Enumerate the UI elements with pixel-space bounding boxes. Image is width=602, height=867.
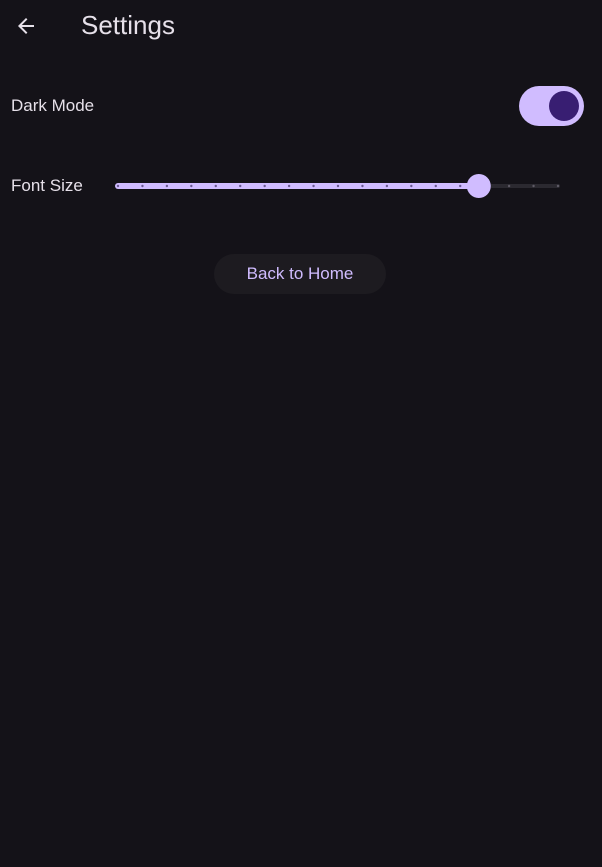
slider-tick-mark	[385, 184, 389, 188]
back-to-home-button[interactable]: Back to Home	[214, 254, 386, 294]
slider-tick-mark	[263, 184, 266, 188]
arrow-back-icon	[18, 18, 34, 34]
slider-tick-mark	[507, 184, 511, 188]
switch-thumb	[549, 91, 579, 121]
dark-mode-label: Dark Mode	[11, 96, 95, 115]
dark-mode-switch[interactable]	[519, 86, 584, 126]
settings-screen: Settings Dark Mode Font Size Back to Hom…	[0, 0, 602, 867]
slider-tick-mark	[532, 184, 535, 188]
slider-tick-mark	[434, 184, 437, 188]
slider-graphic	[115, 174, 560, 198]
slider-tick-mark	[336, 184, 340, 188]
slider-tick-mark	[410, 184, 413, 188]
app-bar: Settings	[0, 0, 602, 52]
slider-tick-mark	[116, 184, 120, 188]
slider-tick-mark	[239, 184, 242, 188]
slider-thumb	[466, 174, 491, 198]
page-title: Settings	[81, 10, 175, 40]
slider-tick-mark	[361, 184, 364, 188]
slider-tick-mark	[214, 184, 217, 188]
font-size-slider[interactable]	[110, 166, 568, 206]
font-size-label: Font Size	[11, 176, 83, 195]
slider-tick-mark	[459, 184, 462, 188]
slider-tick-mark	[287, 184, 291, 188]
slider-tick-mark	[312, 184, 315, 188]
slider-tick-mark	[190, 184, 193, 188]
slider-tick-mark	[141, 184, 144, 188]
back-button[interactable]	[6, 6, 46, 46]
slider-tick-mark	[556, 184, 560, 188]
slider-tick-mark	[165, 184, 169, 188]
